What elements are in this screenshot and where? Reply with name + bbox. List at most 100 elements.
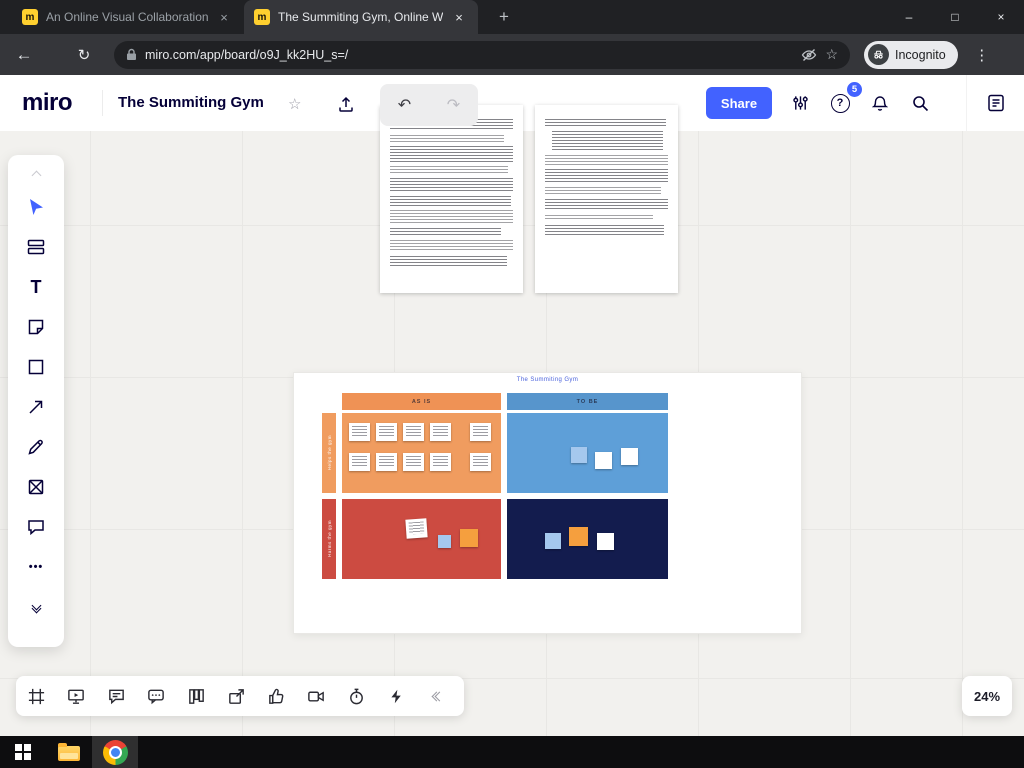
- file-explorer-button[interactable]: [46, 736, 92, 768]
- chat-button[interactable]: [136, 676, 176, 716]
- matrix-row-label-top[interactable]: Helps the gym: [322, 413, 336, 493]
- reload-button[interactable]: ↻: [68, 39, 100, 71]
- apps-button[interactable]: [176, 676, 216, 716]
- undo-icon[interactable]: ↶: [398, 95, 411, 115]
- sticky-note[interactable]: [597, 533, 614, 550]
- toolbar-collapse-left-icon[interactable]: [416, 676, 460, 716]
- matrix-col-header-to-be[interactable]: TO BE: [507, 393, 668, 410]
- bookmark-star-icon[interactable]: ☆: [825, 46, 838, 63]
- document-text: [390, 119, 513, 283]
- comments-button[interactable]: [96, 676, 136, 716]
- templates-icon: [27, 239, 45, 255]
- notes-panel-button[interactable]: [966, 75, 1024, 131]
- arrow-icon: [29, 400, 43, 414]
- document-page[interactable]: [380, 105, 523, 293]
- comment-icon: [28, 520, 44, 536]
- incognito-badge[interactable]: Incognito: [864, 40, 958, 69]
- notifications-bell-icon[interactable]: [864, 87, 896, 119]
- settings-sliders-icon[interactable]: [784, 87, 816, 119]
- sticky-note[interactable]: [405, 518, 428, 539]
- export-board-icon[interactable]: [334, 93, 358, 115]
- tab-title: An Online Visual Collaboration Pl: [46, 10, 208, 24]
- sticky-note[interactable]: [545, 533, 561, 549]
- timer-button[interactable]: [336, 676, 376, 716]
- sticky-note[interactable]: [403, 423, 424, 441]
- sticky-note[interactable]: [571, 447, 587, 463]
- board-title[interactable]: The Summiting Gym: [118, 94, 264, 111]
- browser-tab-active[interactable]: m The Summiting Gym, Online Whi ×: [244, 0, 478, 34]
- browser-tab-inactive[interactable]: m An Online Visual Collaboration Pl ×: [12, 0, 242, 34]
- export-icon: [228, 688, 244, 704]
- folder-icon: [58, 743, 80, 761]
- sticky-note[interactable]: [349, 423, 370, 441]
- document-page[interactable]: [535, 105, 678, 293]
- browser-menu-icon[interactable]: ⋮: [970, 46, 994, 64]
- sticky-note[interactable]: [430, 423, 451, 441]
- quick-actions-button[interactable]: [376, 676, 416, 716]
- text-tool[interactable]: T: [16, 267, 56, 307]
- cursor-icon: [30, 199, 43, 215]
- square-icon: [28, 359, 44, 375]
- share-button[interactable]: Share: [706, 87, 772, 119]
- board-frame[interactable]: The Summiting Gym AS IS TO BE Helps the …: [293, 372, 802, 634]
- window-maximize-button[interactable]: □: [932, 0, 978, 34]
- toolbar-collapse-up-icon[interactable]: [31, 163, 41, 187]
- miro-logo[interactable]: miro: [22, 89, 73, 117]
- eye-off-icon[interactable]: [801, 47, 817, 63]
- header-divider: [102, 90, 103, 116]
- bottom-toolbar: [16, 676, 464, 716]
- frame-title[interactable]: The Summiting Gym: [294, 377, 801, 383]
- quadrant-top-right[interactable]: [507, 413, 668, 493]
- sticky-note[interactable]: [595, 452, 612, 469]
- more-tools-button[interactable]: •••: [16, 547, 56, 587]
- templates-tool[interactable]: [16, 227, 56, 267]
- window-controls: – □ ×: [886, 0, 1024, 34]
- start-button[interactable]: [0, 736, 46, 768]
- matrix-row-label-bottom[interactable]: Harms the gym: [322, 499, 336, 579]
- pen-tool[interactable]: [16, 427, 56, 467]
- screen: m An Online Visual Collaboration Pl × m …: [0, 0, 1024, 768]
- sticky-note[interactable]: [376, 453, 397, 471]
- sticky-note[interactable]: [438, 535, 451, 548]
- sticky-note[interactable]: [376, 423, 397, 441]
- incognito-label: Incognito: [895, 47, 946, 62]
- tab-close-icon[interactable]: ×: [451, 10, 467, 25]
- address-bar[interactable]: miro.com/app/board/o9J_kk2HU_s=/ ☆: [114, 40, 850, 69]
- reactions-button[interactable]: [256, 676, 296, 716]
- sticky-note[interactable]: [460, 529, 478, 547]
- connector-tool[interactable]: [16, 387, 56, 427]
- sticky-note[interactable]: [569, 527, 588, 546]
- incognito-icon: [868, 44, 889, 65]
- present-button[interactable]: [56, 676, 96, 716]
- sticky-note[interactable]: [621, 448, 638, 465]
- toolbar-collapse-down-icon[interactable]: [16, 587, 56, 627]
- comment-tool[interactable]: [16, 507, 56, 547]
- select-cursor-tool[interactable]: [16, 187, 56, 227]
- frame-x-icon: [28, 479, 44, 495]
- new-tab-button[interactable]: +: [492, 5, 516, 29]
- frames-icon: [28, 688, 44, 704]
- sticky-note[interactable]: [470, 423, 491, 441]
- window-close-button[interactable]: ×: [978, 0, 1024, 34]
- tab-close-icon[interactable]: ×: [216, 10, 232, 25]
- kanban-icon: [188, 688, 204, 704]
- sticky-note-tool[interactable]: [16, 307, 56, 347]
- frames-button[interactable]: [16, 676, 56, 716]
- chrome-taskbar-button[interactable]: [92, 736, 138, 768]
- zoom-level-indicator[interactable]: 24%: [962, 676, 1012, 716]
- window-minimize-button[interactable]: –: [886, 0, 932, 34]
- sticky-note[interactable]: [349, 453, 370, 471]
- frame-tool[interactable]: [16, 467, 56, 507]
- sticky-note[interactable]: [470, 453, 491, 471]
- video-chat-button[interactable]: [296, 676, 336, 716]
- help-icon: ?: [830, 93, 850, 113]
- search-icon[interactable]: [904, 87, 936, 119]
- sticky-note[interactable]: [430, 453, 451, 471]
- matrix-col-header-as-is[interactable]: AS IS: [342, 393, 501, 410]
- export-button[interactable]: [216, 676, 256, 716]
- sticky-note[interactable]: [403, 453, 424, 471]
- favorite-star-icon[interactable]: ☆: [288, 95, 301, 113]
- redo-icon[interactable]: ↷: [447, 95, 460, 115]
- back-button[interactable]: ←: [8, 39, 40, 71]
- shape-tool[interactable]: [16, 347, 56, 387]
